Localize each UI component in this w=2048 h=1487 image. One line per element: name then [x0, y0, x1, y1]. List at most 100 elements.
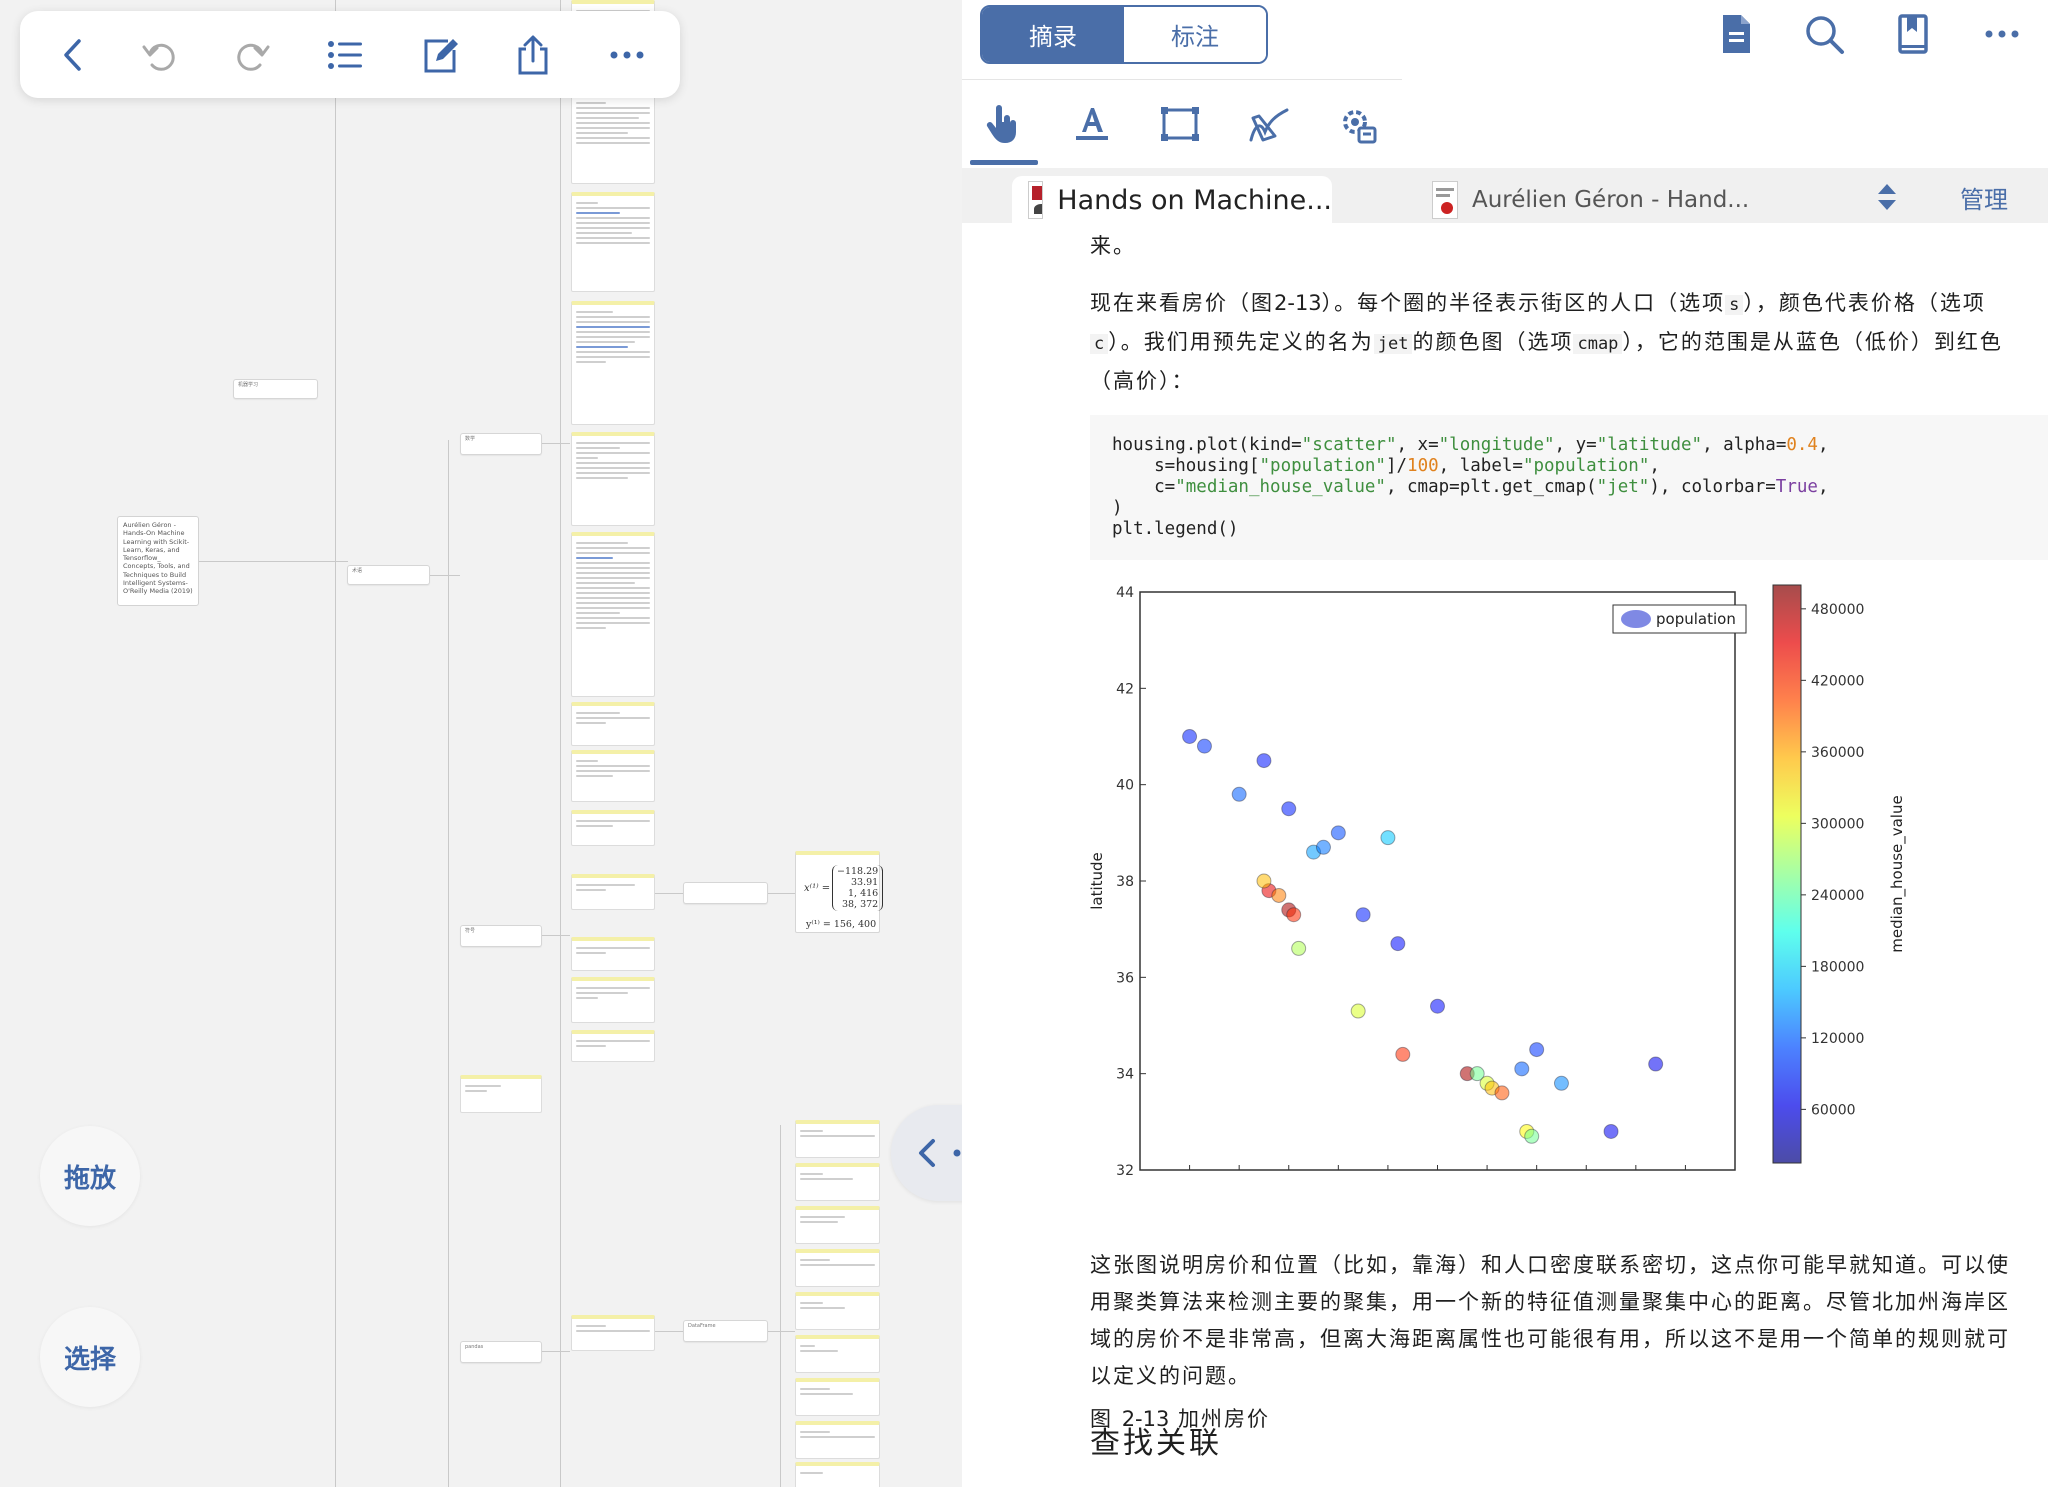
mindmap-formula-node[interactable]: x⁽¹⁾ = −118.29 33.91 1, 416 38, 372 y⁽¹⁾…: [795, 851, 884, 933]
colorbar-tick-label: 180000: [1811, 959, 1864, 975]
sort-icon[interactable]: [1872, 180, 1902, 214]
text-highlight-icon[interactable]: [1070, 102, 1114, 146]
paragraph-2: 这张图说明房价和位置（比如，靠海）和人口密度联系密切，这点你可能早就知道。可以使…: [1090, 1253, 2010, 1388]
y-axis-label: latitude: [1090, 852, 1106, 910]
select-button[interactable]: 选择: [40, 1307, 140, 1407]
mindmap-note[interactable]: [571, 937, 655, 971]
note-text: [576, 760, 650, 777]
mindmap-node-pandas[interactable]: pandas: [460, 1341, 542, 1363]
mindmap-canvas[interactable]: Aurélien Géron - Hands-On Machine Learni…: [0, 0, 962, 1487]
mindmap-node-symbol-child[interactable]: [683, 882, 768, 904]
mindmap-note[interactable]: [571, 874, 655, 910]
segment-annotate[interactable]: 标注: [1124, 7, 1266, 62]
colorbar-tick-label: 240000: [1811, 888, 1864, 904]
note-text: [576, 1325, 650, 1332]
back-icon[interactable]: [52, 33, 96, 77]
mindmap-note[interactable]: [795, 1462, 880, 1487]
note-text: [800, 1431, 875, 1438]
note-text: [800, 1302, 875, 1309]
data-point: [1380, 830, 1396, 846]
mindmap-note[interactable]: [571, 192, 655, 292]
data-point: [1529, 1042, 1545, 1058]
mindmap-note[interactable]: [795, 1249, 880, 1287]
mindmap-note[interactable]: [571, 301, 655, 425]
mindmap-toolbar: [20, 11, 680, 98]
document-panel: 摘录 标注 Hands on Machine... Aurélien Géron…: [962, 0, 2048, 1487]
note-text: [465, 1085, 537, 1092]
mindmap-node-dataframe[interactable]: DataFrame: [683, 1320, 768, 1342]
node-label: 符号: [465, 928, 476, 934]
drag-drop-button[interactable]: 拖放: [40, 1126, 140, 1226]
data-point: [1271, 887, 1287, 903]
mindmap-note[interactable]: [571, 1315, 655, 1351]
mindmap-note[interactable]: [795, 1120, 880, 1158]
y-tick-label: 42: [1116, 681, 1134, 697]
mindmap-note[interactable]: [571, 702, 655, 746]
list-icon[interactable]: [323, 33, 367, 77]
data-point: [1231, 786, 1247, 802]
data-point: [1330, 825, 1346, 841]
mindmap-node-ml[interactable]: 机器学习: [233, 379, 318, 399]
mindmap-note[interactable]: [795, 1206, 880, 1244]
data-point: [1524, 1128, 1540, 1144]
node-label: DataFrame: [688, 1323, 716, 1329]
tool-settings-icon[interactable]: [1335, 102, 1379, 146]
note-text: [576, 884, 650, 891]
mindmap-node-symbol[interactable]: 符号: [460, 925, 542, 947]
document-icon[interactable]: [1714, 12, 1758, 56]
edit-icon[interactable]: [418, 33, 462, 77]
document-page: 来。 现在来看房价（图2-13）。每个圈的半径表示街区的人口（选项 s ），颜色代表…: [962, 223, 2048, 1487]
segment-excerpt[interactable]: 摘录: [982, 7, 1124, 62]
search-icon[interactable]: [1802, 12, 1846, 56]
mindmap-note[interactable]: [571, 977, 655, 1023]
undo-icon[interactable]: [138, 33, 182, 77]
vector-value: 33.91: [851, 877, 879, 888]
data-point: [1494, 1085, 1510, 1101]
data-point: [1648, 1056, 1664, 1072]
more-icon[interactable]: [605, 33, 649, 77]
formula-vector: −118.29 33.91 1, 416 38, 372: [832, 865, 884, 911]
mindmap-node-intro[interactable]: 术语: [347, 565, 430, 585]
note-text: [800, 1259, 875, 1266]
tab-hands-on-machine[interactable]: Hands on Machine...: [1012, 176, 1332, 224]
note-text: [576, 202, 650, 244]
text-run: ），颜色代表价格（选项: [1743, 291, 1986, 315]
freehand-pen-icon[interactable]: [1247, 102, 1291, 146]
text-run: 现在来看房价（图: [1090, 291, 1274, 315]
colorbar-tick-label: 300000: [1811, 816, 1864, 832]
mindmap-note[interactable]: [795, 1163, 880, 1201]
mindmap-note[interactable]: [571, 750, 655, 802]
mindmap-note[interactable]: [571, 810, 655, 846]
mindmap-note[interactable]: [571, 432, 655, 526]
node-label: pandas: [465, 1344, 484, 1350]
y-tick-label: 34: [1116, 1067, 1134, 1083]
data-point: [1256, 873, 1272, 889]
mindmap-note[interactable]: [795, 1292, 880, 1330]
mindmap-note[interactable]: [571, 532, 655, 697]
vector-value: −118.29: [837, 866, 879, 877]
mindmap-node-math[interactable]: 数学: [460, 433, 542, 455]
book-thumbnail-icon: [1432, 181, 1458, 219]
rectangle-select-icon[interactable]: [1158, 102, 1202, 146]
mindmap-note[interactable]: [571, 92, 655, 184]
hand-pointer-icon[interactable]: [982, 102, 1026, 146]
manage-button[interactable]: 管理: [1960, 180, 2008, 215]
mindmap-note[interactable]: [795, 1335, 880, 1373]
legend-label: population: [1656, 610, 1736, 628]
more-icon[interactable]: [1980, 12, 2024, 56]
redo-icon[interactable]: [230, 33, 274, 77]
data-point: [1395, 1046, 1411, 1062]
inline-code: jet: [1373, 334, 1413, 354]
data-point: [1291, 940, 1307, 956]
mindmap-note[interactable]: [571, 1030, 655, 1062]
share-icon[interactable]: [511, 33, 555, 77]
tab-label: Aurélien Géron - Hand...: [1472, 187, 1750, 213]
inline-code: s: [1725, 295, 1744, 315]
tab-geron-hands-on[interactable]: Aurélien Géron - Hand...: [1432, 176, 1772, 224]
bookmark-book-icon[interactable]: [1891, 12, 1935, 56]
mindmap-note[interactable]: [795, 1378, 880, 1416]
mindmap-book-node[interactable]: Aurélien Géron - Hands-On Machine Learni…: [117, 516, 199, 606]
mindmap-note[interactable]: [460, 1075, 542, 1113]
mindmap-note[interactable]: [795, 1421, 880, 1459]
data-point: [1281, 801, 1297, 817]
